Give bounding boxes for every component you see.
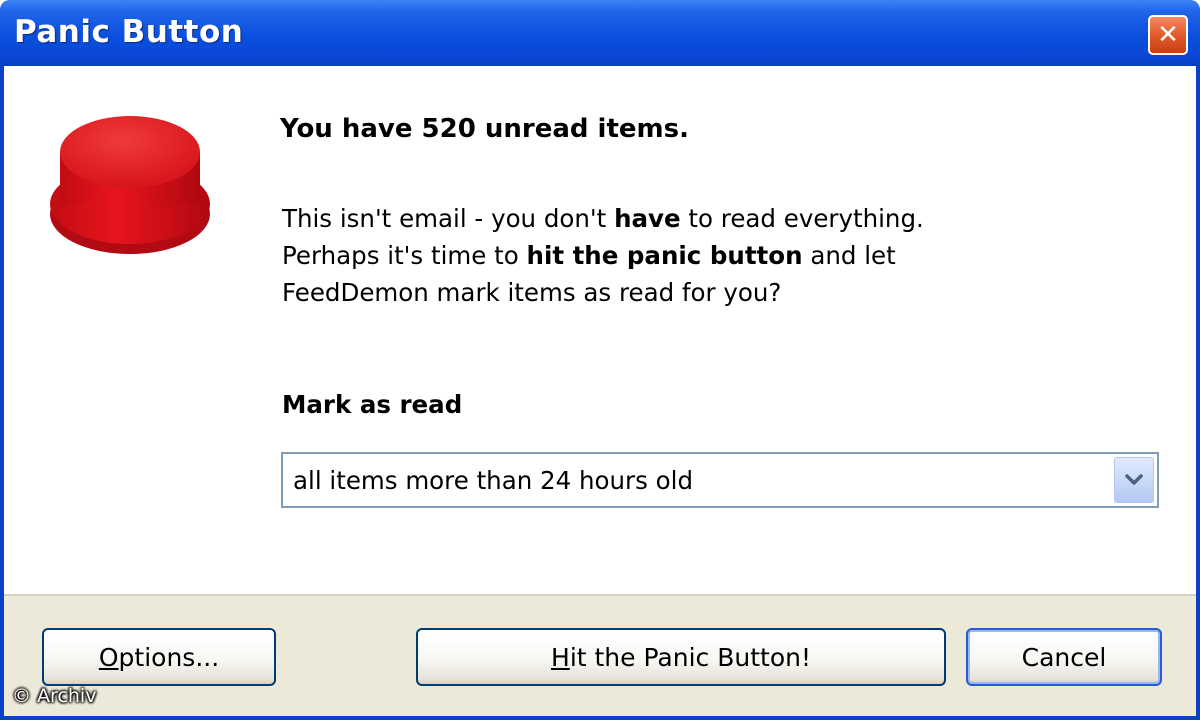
- mark-as-read-selected-value: all items more than 24 hours old: [293, 466, 694, 495]
- window-title: Panic Button: [14, 14, 244, 50]
- message-line-1: This isn't email - you don't have to rea…: [282, 204, 924, 233]
- options-button-label: Options...: [99, 643, 219, 672]
- dialog-window: Panic Button ✕ You have 520 unread items…: [0, 0, 1200, 720]
- close-icon: ✕: [1157, 20, 1179, 50]
- hit-label-rest: it the Panic Button!: [569, 642, 811, 672]
- title-bar[interactable]: Panic Button ✕: [0, 0, 1200, 66]
- button-bar: Options... Hit the Panic Button! Cancel: [4, 594, 1196, 716]
- options-label-rest: ptions...: [118, 642, 220, 672]
- message-line-2: Perhaps it's time to hit the panic butto…: [282, 241, 896, 270]
- hit-access-key: H: [551, 642, 570, 672]
- cancel-button[interactable]: Cancel: [966, 628, 1162, 686]
- hit-panic-button[interactable]: Hit the Panic Button!: [416, 628, 946, 686]
- hit-panic-button-label: Hit the Panic Button!: [551, 643, 811, 672]
- unread-count-headline: You have 520 unread items.: [280, 114, 689, 144]
- mark-as-read-label: Mark as read: [282, 390, 463, 419]
- cancel-button-label: Cancel: [1021, 642, 1107, 672]
- message-line-3: FeedDemon mark items as read for you?: [282, 278, 782, 307]
- panic-button-icon: [50, 116, 210, 254]
- copyright-watermark: © Archiv: [12, 685, 97, 707]
- panic-message: This isn't email - you don't have to rea…: [282, 200, 1102, 311]
- mark-as-read-dropdown[interactable]: all items more than 24 hours old: [281, 452, 1159, 508]
- options-access-key: O: [98, 642, 119, 672]
- close-button[interactable]: ✕: [1148, 15, 1188, 55]
- chevron-down-icon: [1125, 474, 1143, 485]
- dropdown-arrow-button[interactable]: [1114, 457, 1154, 503]
- dialog-content: You have 520 unread items. This isn't em…: [4, 66, 1196, 716]
- options-button[interactable]: Options...: [42, 628, 276, 686]
